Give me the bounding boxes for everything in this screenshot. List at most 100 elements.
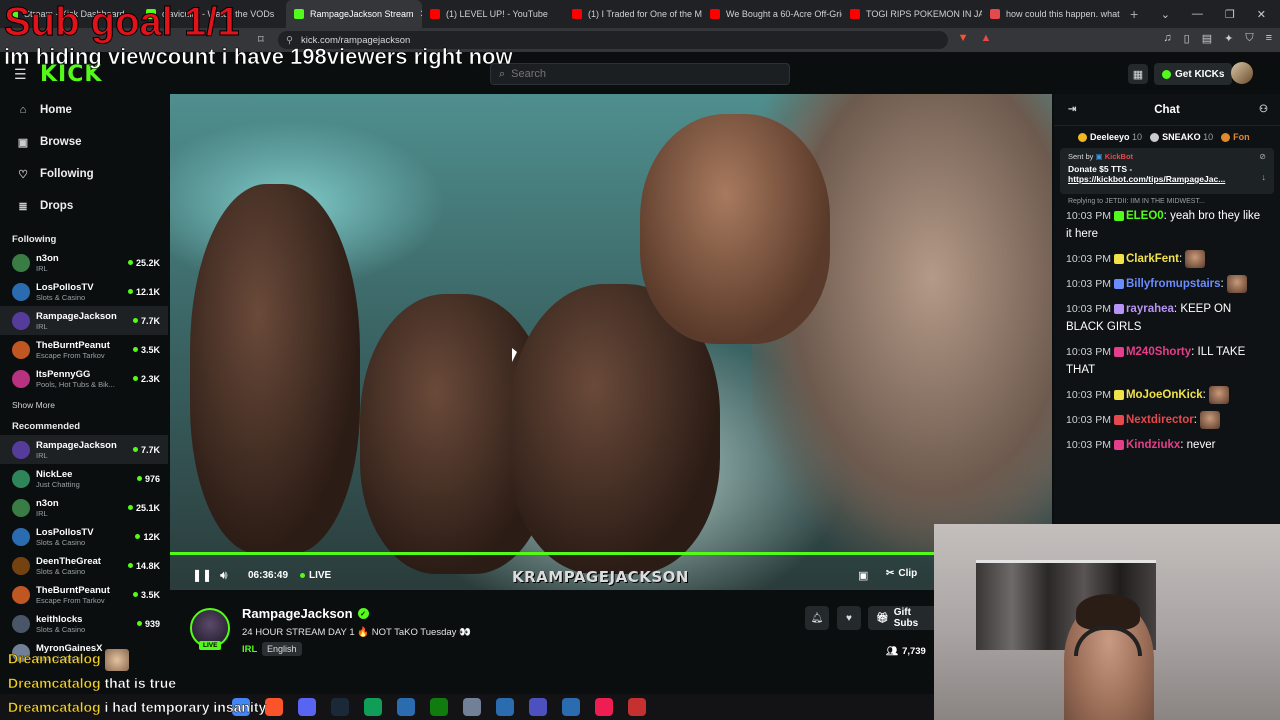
channel-viewer-count: 25.1K bbox=[135, 502, 160, 513]
steam-icon[interactable] bbox=[331, 698, 349, 716]
streamer-name[interactable]: RampageJackson ✓ bbox=[242, 606, 369, 621]
minimize-icon[interactable]: — bbox=[1192, 8, 1203, 21]
gifter-entry[interactable]: Deeleeyo 10 bbox=[1078, 132, 1142, 143]
chat-username[interactable]: M240Shorty bbox=[1126, 346, 1191, 358]
tab-search-icon[interactable]: ⌄ bbox=[1161, 8, 1170, 21]
channel-text: n3on IRL bbox=[36, 253, 128, 273]
channel-text: NickLee Just Chatting bbox=[36, 469, 137, 489]
media-icon[interactable] bbox=[562, 698, 580, 716]
video-progress-bar[interactable] bbox=[170, 552, 1052, 555]
chat-message[interactable]: 10:03 PM ClarkFent: bbox=[1066, 250, 1268, 268]
video-player[interactable]: ❚❚ 🔊︎ 06:36:49 LIVE ▣ KRAMPAGEJACKSON ✂ C… bbox=[170, 94, 1052, 590]
chat-username[interactable]: rayrahea bbox=[1126, 303, 1174, 315]
collapse-chat-icon[interactable]: ⇥ bbox=[1068, 104, 1076, 115]
messenger-icon[interactable] bbox=[529, 698, 547, 716]
gift-subs-button[interactable]: 🎁︎ Gift Subs bbox=[868, 606, 940, 630]
channel-viewers: 12.1K bbox=[127, 287, 160, 297]
chat-message[interactable]: 10:03 PM M240Shorty: ILL TAKE THAT bbox=[1066, 343, 1268, 379]
chat-username[interactable]: Nextdirector bbox=[1126, 414, 1194, 426]
get-kicks-button[interactable]: Get KICKs bbox=[1154, 63, 1233, 85]
xbox-icon[interactable] bbox=[430, 698, 448, 716]
chat-username[interactable]: Kindziukx bbox=[1126, 439, 1180, 451]
close-window-icon[interactable]: ✕ bbox=[1257, 8, 1266, 21]
media-icon[interactable]: ♫ bbox=[1163, 32, 1171, 45]
channel-row[interactable]: RampageJackson IRL 7.7K bbox=[0, 306, 168, 335]
new-tab-icon[interactable]: + bbox=[1120, 6, 1148, 22]
pinned-link[interactable]: https://kickbot.com/tips/RampageJac... bbox=[1068, 174, 1266, 184]
chat-badge-icon bbox=[1113, 390, 1124, 401]
book-icon[interactable] bbox=[496, 698, 514, 716]
brave-icon[interactable] bbox=[265, 698, 283, 716]
browser-tab[interactable]: We Bought a 60-Acre Off-Grid bbox=[702, 0, 842, 28]
search-input[interactable] bbox=[511, 68, 762, 80]
vpn-icon[interactable]: ⛉ bbox=[1245, 32, 1253, 45]
wallet-icon[interactable]: ▤ bbox=[1202, 32, 1212, 45]
channel-category: Pools, Hot Tubs & Bik... bbox=[36, 379, 115, 389]
gifter-entry[interactable]: SNEAKO 10 bbox=[1150, 132, 1213, 143]
theater-mode-icon[interactable]: ▣ bbox=[858, 569, 868, 582]
channel-row[interactable]: NickLee Just Chatting 976 bbox=[0, 464, 168, 493]
channel-row[interactable]: TheBurntPeanut Escape From Tarkov 3.5K bbox=[0, 580, 168, 609]
browser-tab[interactable]: (1) LEVEL UP! - YouTube bbox=[422, 0, 564, 28]
stream-category[interactable]: IRL bbox=[242, 644, 257, 655]
brave-shield-icon[interactable]: ▼ bbox=[958, 32, 969, 45]
nav-browse[interactable]: ▣ Browse bbox=[0, 126, 168, 158]
chat-message[interactable]: 10:03 PM MoJoeOnKick: bbox=[1066, 386, 1268, 405]
show-more-button[interactable]: Show More bbox=[0, 393, 168, 417]
chat-message[interactable]: 10:03 PM Nextdirector: bbox=[1066, 411, 1268, 430]
chat-username[interactable]: MoJoeOnKick bbox=[1126, 389, 1203, 401]
channel-row[interactable]: keithlocks Slots & Casino 939 bbox=[0, 609, 168, 638]
search-bar[interactable]: ⌕ bbox=[490, 63, 790, 85]
chat-username[interactable]: Billyfromupstairs bbox=[1126, 278, 1221, 290]
channel-row[interactable]: n3on IRL 25.1K bbox=[0, 493, 168, 522]
browser-tab[interactable]: (1) I Traded for One of the Mo bbox=[564, 0, 702, 28]
gifter-entry[interactable]: Fon bbox=[1221, 132, 1250, 143]
browser-tab-active[interactable]: RampageJackson Stream✕ bbox=[286, 0, 422, 28]
browser-tab[interactable]: TOGI RIPS POKEMON IN JAPA bbox=[842, 0, 982, 28]
pause-icon[interactable]: ❚❚ bbox=[192, 568, 212, 582]
browser-tab[interactable]: how could this happen. what a bbox=[982, 0, 1120, 28]
tiktok-icon[interactable] bbox=[595, 698, 613, 716]
nav-home[interactable]: ⌂ Home bbox=[0, 94, 168, 126]
channel-row[interactable]: n3on IRL 25.2K bbox=[0, 248, 168, 277]
app-icon[interactable] bbox=[628, 698, 646, 716]
nav-drops[interactable]: ≣ Drops bbox=[0, 190, 168, 222]
pinned-message[interactable]: Sent by ▣ KickBot Donate $5 TTS - https:… bbox=[1060, 148, 1274, 194]
volume-icon[interactable]: 🔊︎ bbox=[220, 568, 228, 583]
window-icon[interactable] bbox=[397, 698, 415, 716]
channel-row[interactable]: ItsPennyGG Pools, Hot Tubs & Bik... 2.3K bbox=[0, 364, 168, 393]
channel-row[interactable]: TheBurntPeanut Escape From Tarkov 3.5K bbox=[0, 335, 168, 364]
clip-button[interactable]: ✂ Clip bbox=[886, 568, 917, 579]
channel-text: ItsPennyGG Pools, Hot Tubs & Bik... bbox=[36, 369, 133, 389]
menu-icon[interactable]: ≡ bbox=[1266, 32, 1272, 45]
follow-button[interactable]: ♥ bbox=[837, 606, 861, 630]
chat-message[interactable]: 10:03 PM ELEO0: yeah bro they like it her… bbox=[1066, 207, 1268, 243]
chat-badge-icon bbox=[1113, 415, 1124, 426]
channel-text: RampageJackson IRL bbox=[36, 440, 133, 460]
channel-row[interactable]: LosPollosTV Slots & Casino 12.1K bbox=[0, 277, 168, 306]
notification-button[interactable]: 🔔︎ bbox=[805, 606, 829, 630]
shield-icon[interactable] bbox=[463, 698, 481, 716]
brave-rewards-icon[interactable]: ▲ bbox=[981, 32, 992, 45]
hide-pinned-icon[interactable]: ⊘ bbox=[1259, 152, 1266, 161]
nav-following[interactable]: ♡ Following bbox=[0, 158, 168, 190]
channel-row[interactable]: LosPollosTV Slots & Casino 12K bbox=[0, 522, 168, 551]
chat-message[interactable]: 10:03 PM Billyfromupstairs: bbox=[1066, 275, 1268, 294]
chat-username[interactable]: ELEO0 bbox=[1126, 210, 1164, 222]
chat-users-icon[interactable]: ⚇ bbox=[1259, 104, 1268, 115]
sidebar-icon[interactable]: ▯ bbox=[1184, 32, 1190, 45]
channel-row[interactable]: RampageJackson IRL 7.7K bbox=[0, 435, 168, 464]
channel-name: NickLee bbox=[36, 468, 73, 480]
language-tag[interactable]: English bbox=[262, 642, 302, 656]
expand-pinned-icon[interactable]: ↓ bbox=[1262, 172, 1267, 182]
chat-message[interactable]: 10:03 PM Kindziukx: never bbox=[1066, 436, 1268, 454]
chat-message[interactable]: 10:03 PM rayrahea: KEEP ON BLACK GIRLS bbox=[1066, 300, 1268, 336]
sheets-icon[interactable] bbox=[364, 698, 382, 716]
chat-username[interactable]: ClarkFent bbox=[1126, 253, 1179, 265]
user-avatar[interactable] bbox=[1231, 62, 1253, 84]
channel-row[interactable]: DeenTheGreat Slots & Casino 14.8K bbox=[0, 551, 168, 580]
dashboard-button[interactable]: ▦ bbox=[1128, 64, 1148, 84]
discord-icon[interactable] bbox=[298, 698, 316, 716]
maximize-icon[interactable]: ❐ bbox=[1225, 8, 1235, 21]
leo-icon[interactable]: ✦ bbox=[1224, 32, 1233, 45]
